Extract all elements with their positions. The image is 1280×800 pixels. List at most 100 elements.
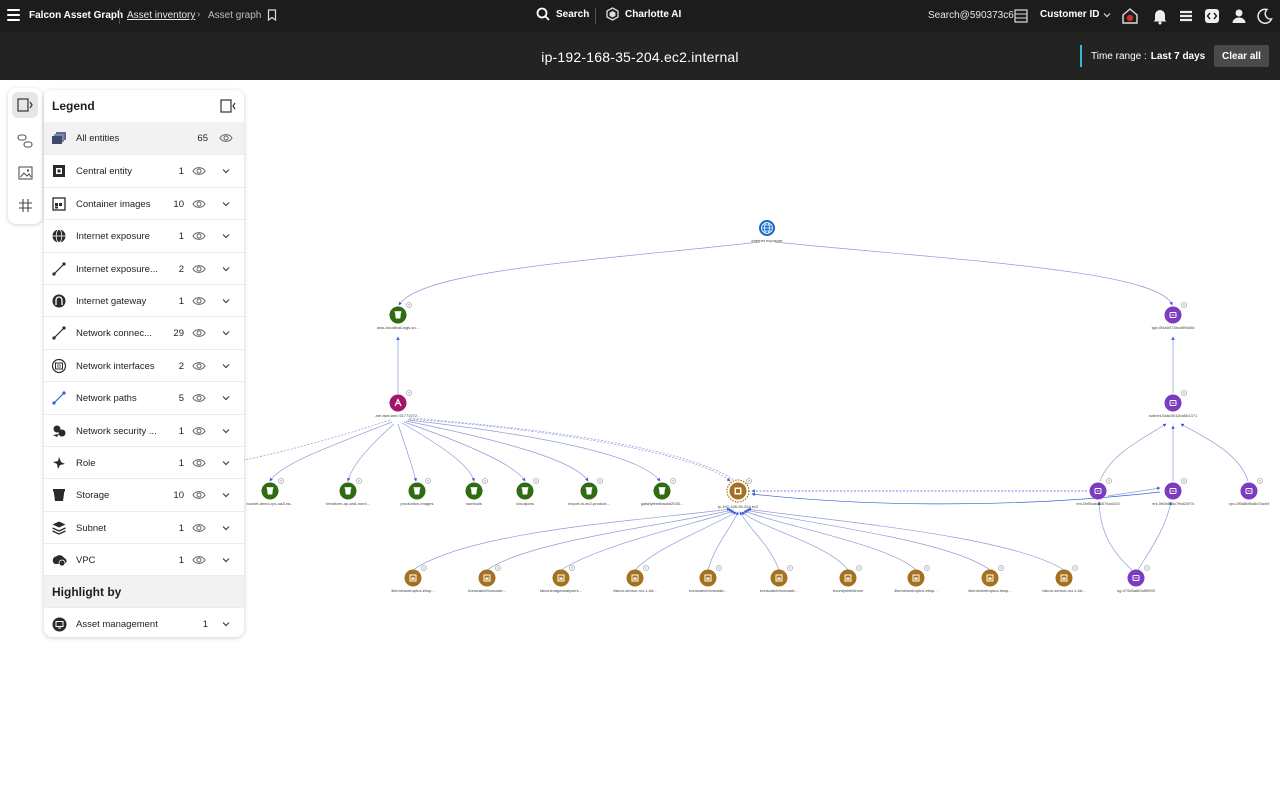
- legend-row-vpc[interactable]: VPC 1: [44, 543, 244, 575]
- grid-tool[interactable]: [12, 192, 38, 218]
- legend-header: Legend: [44, 90, 244, 122]
- graph-node-central[interactable]: ip-192-168-35-204.ec2: [718, 478, 759, 509]
- clear-all-button[interactable]: Clear all: [1214, 45, 1269, 67]
- graph-node-storage[interactable]: bucket-demo-rpc-sa2ura...: [247, 478, 294, 506]
- graph-node-storage[interactable]: import-to-ec2-product...: [568, 478, 610, 506]
- bookmark-icon[interactable]: [267, 9, 277, 21]
- graph-node-role[interactable]: arn:aws:iam::51771072...: [376, 390, 421, 418]
- legend-row-network-security[interactable]: Network security ... 1: [44, 413, 244, 446]
- graph-node-container[interactable]: falconimageanalyzers...: [540, 565, 582, 593]
- graph-toolbar: [8, 88, 42, 224]
- graph-node-storage[interactable]: aws-cloudtrail-logs-sn...: [377, 302, 419, 330]
- eye-icon[interactable]: [192, 360, 206, 372]
- legend-row-subnet[interactable]: Subnet 1: [44, 510, 244, 543]
- graph-node-container[interactable]: likeminiontruptux-eksp...: [894, 565, 938, 593]
- chevron-down-icon[interactable]: [220, 554, 232, 566]
- graph-node-container[interactable]: bonscatch/boncastr...: [689, 565, 727, 593]
- graph-node-network[interactable]: sg-079d3a6f2a5f0f93: [1117, 565, 1156, 593]
- chevron-down-icon[interactable]: [220, 295, 232, 307]
- layout-icon[interactable]: [1012, 7, 1030, 25]
- legend-row-network-paths[interactable]: Network paths 5: [44, 381, 244, 413]
- legend-panel-toggle[interactable]: [12, 92, 38, 118]
- graph-node-storage[interactable]: gatsbyfeedbackd2035...: [641, 478, 683, 506]
- chevron-down-icon[interactable]: [220, 392, 232, 404]
- chevron-down-icon[interactable]: [220, 618, 232, 630]
- graph-node-storage[interactable]: production-images: [401, 478, 434, 506]
- chevron-down-icon[interactable]: [220, 522, 232, 534]
- eye-icon[interactable]: [192, 457, 206, 469]
- legend-row-internet-exposure[interactable]: Internet exposure... 2: [44, 251, 244, 284]
- all-entities-icon: [51, 130, 67, 146]
- graph-node-container[interactable]: bonscatch/boncastr...: [468, 565, 506, 593]
- legend-row-internet-exposure[interactable]: Internet exposure 1: [44, 219, 244, 251]
- legend-row-container-images[interactable]: Container images 10: [44, 186, 244, 219]
- legend-row-count: 5: [178, 393, 184, 405]
- user-icon[interactable]: [1230, 7, 1248, 25]
- bell-icon[interactable]: [1151, 7, 1169, 25]
- chevron-down-icon[interactable]: [220, 198, 232, 210]
- eye-icon[interactable]: [192, 263, 206, 275]
- graph-node-storage[interactable]: terraform-up-and-runni...: [326, 478, 370, 506]
- legend-row-storage[interactable]: Storage 10: [44, 478, 244, 510]
- eye-icon[interactable]: [192, 230, 206, 242]
- central-entity-icon: [51, 163, 67, 179]
- graph-node-container[interactable]: bountyshieldmon: [833, 565, 863, 593]
- legend-row-network-interfaces[interactable]: Network interfaces 2: [44, 348, 244, 381]
- graph-node-storage[interactable]: cloudjoins: [516, 478, 539, 506]
- eye-icon[interactable]: [192, 425, 206, 437]
- chevron-down-icon[interactable]: [220, 230, 232, 242]
- group-tool[interactable]: [12, 128, 38, 154]
- graph-node-label: cloudjoins: [516, 501, 534, 506]
- graph-node-network[interactable]: subnet-0a8c0011ba5b1371: [1149, 390, 1198, 418]
- stack-icon[interactable]: [1177, 7, 1195, 25]
- highlight-row-asset-management[interactable]: Asset management 1: [44, 607, 244, 637]
- eye-icon[interactable]: [192, 295, 206, 307]
- graph-node-network[interactable]: eni-0bf5cab28379a4103: [1076, 478, 1120, 506]
- legend-row-central-entity[interactable]: Central entity 1: [44, 154, 244, 186]
- graph-node-network[interactable]: igw-0f4a0074bca9f4d0d: [1152, 302, 1195, 330]
- graph-node-internet[interactable]: internet exposure: [752, 220, 784, 243]
- menu-icon[interactable]: [7, 9, 20, 21]
- charlotte-ai-button[interactable]: Charlotte AI: [606, 7, 681, 21]
- moon-icon[interactable]: [1256, 7, 1274, 25]
- graph-node-container[interactable]: falcon-sensor-rux-1-fal...: [613, 565, 657, 593]
- graph-node-container[interactable]: falcon-sensor-rux-1-fal...: [1042, 565, 1086, 593]
- chevron-down-icon[interactable]: [220, 327, 232, 339]
- charlotte-ai-icon: [606, 7, 619, 21]
- eye-icon[interactable]: [192, 522, 206, 534]
- legend-row-role[interactable]: Role 1: [44, 445, 244, 478]
- legend-row-internet-gateway[interactable]: Internet gateway 1: [44, 283, 244, 316]
- house-alert-icon[interactable]: [1121, 7, 1139, 25]
- eye-icon[interactable]: [192, 554, 206, 566]
- eye-icon[interactable]: [192, 392, 206, 404]
- chevron-down-icon[interactable]: [220, 489, 232, 501]
- chevron-down-icon[interactable]: [220, 457, 232, 469]
- chevron-down-icon[interactable]: [220, 425, 232, 437]
- chevron-down-icon[interactable]: [220, 165, 232, 177]
- graph-node-container[interactable]: bonscatch/boncastr...: [760, 565, 798, 593]
- legend-row-all-entities[interactable]: All entities 65: [44, 122, 244, 155]
- eye-icon[interactable]: [219, 132, 233, 144]
- collapse-panel-icon[interactable]: [220, 99, 236, 113]
- eye-icon[interactable]: [192, 489, 206, 501]
- graph-node-storage[interactable]: ssmtools: [465, 478, 488, 506]
- graph-node-container[interactable]: likeminiontruptux-eksp...: [391, 565, 435, 593]
- chevron-down-icon[interactable]: [220, 360, 232, 372]
- legend-row-network-connec[interactable]: Network connec... 29: [44, 316, 244, 348]
- code-icon[interactable]: [1203, 7, 1221, 25]
- eye-icon[interactable]: [192, 198, 206, 210]
- legend-row-label: All entities: [76, 133, 120, 144]
- graph-node-container[interactable]: likeminiontruptux-eksp...: [968, 565, 1012, 593]
- legend-row-label: Container images: [76, 198, 151, 210]
- legend-row-label: Subnet: [76, 522, 107, 534]
- search-button[interactable]: Search: [536, 7, 589, 21]
- chevron-down-icon[interactable]: [220, 263, 232, 275]
- image-export-tool[interactable]: [12, 160, 38, 186]
- eye-icon[interactable]: [192, 327, 206, 339]
- time-range-filter[interactable]: Time range : Last 7 days ✕: [1080, 45, 1224, 67]
- graph-node-network[interactable]: vpc-0f5d8bf5a5d7acb9: [1229, 478, 1270, 506]
- eye-icon[interactable]: [192, 165, 206, 177]
- customer-id-dropdown[interactable]: Customer ID: [1040, 9, 1111, 20]
- breadcrumb-asset-inventory[interactable]: Asset inventory: [127, 10, 195, 21]
- highlight-row-label: Asset management: [76, 619, 158, 631]
